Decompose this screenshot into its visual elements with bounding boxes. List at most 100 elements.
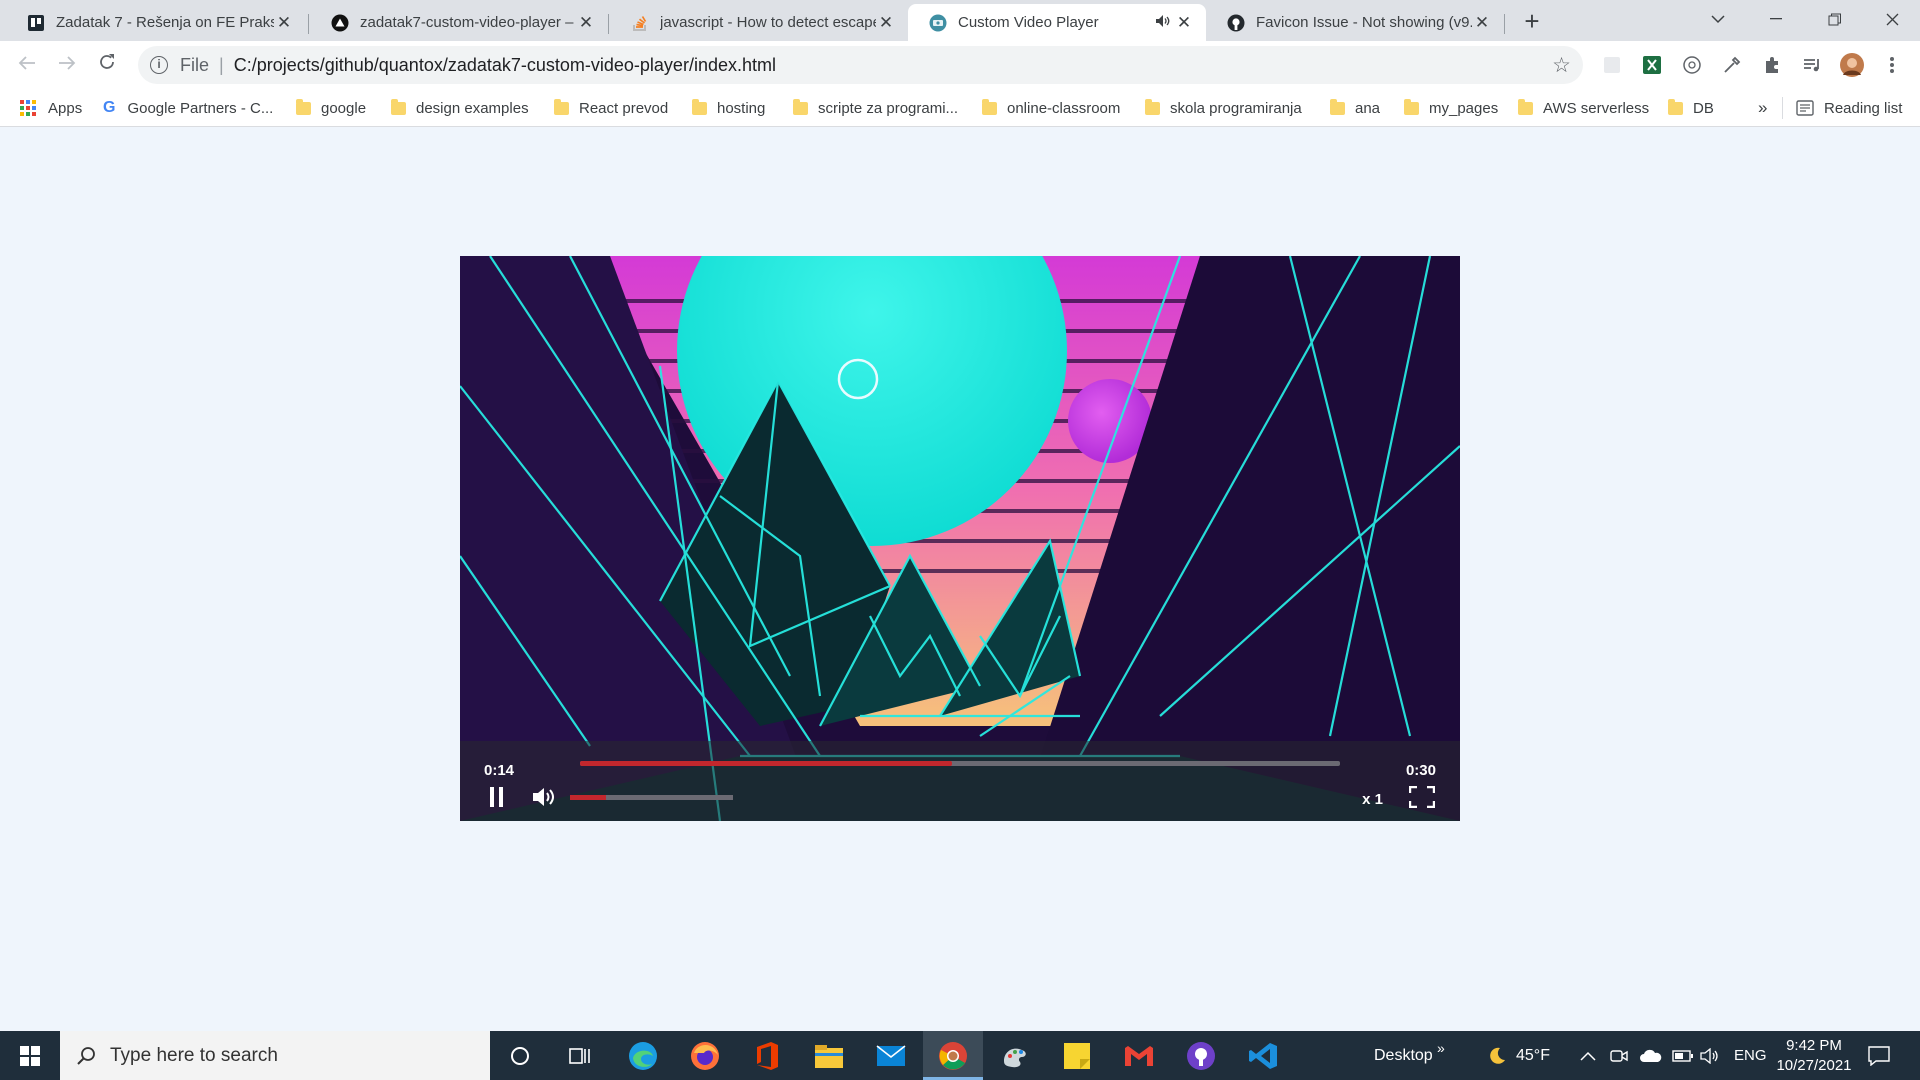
bookmark-google-partners[interactable]: G Google Partners - C... [103,97,273,119]
desktop-toolbar-label[interactable]: Desktop [1374,1031,1433,1080]
notifications-icon[interactable] [1868,1031,1890,1080]
progress-fill [580,761,953,766]
folder-icon [982,98,997,115]
tab-trello[interactable]: Zadatak 7 - Rešenja on FE Praksa ✕ [6,4,306,41]
volume-icon [533,788,554,806]
bookmark-folder-google[interactable]: google [296,97,366,119]
paint-icon[interactable] [985,1031,1045,1080]
duration: 0:30 [1405,762,1436,779]
tab-github[interactable]: Favicon Issue - Not showing (v9.4 ✕ [1206,4,1504,41]
video-player[interactable]: 0:14 0:30 x 1 [460,256,1460,821]
restore-button[interactable] [1806,0,1862,38]
minimize-button[interactable] [1748,0,1804,38]
reading-list-label: Reading list [1824,99,1903,117]
battery-icon[interactable] [1672,1031,1694,1080]
bookmark-folder-react-prevod[interactable]: React prevod [554,97,668,119]
reading-list-icon [1796,100,1814,116]
stackoverflow-icon [630,13,650,33]
taskbar-search-input[interactable]: Type here to search [60,1031,490,1080]
bookmark-folder-hosting[interactable]: hosting [692,97,765,119]
github-desktop-icon[interactable] [1171,1031,1231,1080]
extension-blank-icon[interactable] [1600,53,1624,77]
bookmark-label: DB [1693,99,1714,117]
bookmarks-overflow-button[interactable]: » [1758,97,1767,119]
tab-audio-icon[interactable] [1156,15,1174,30]
bookmark-folder-skola-programiranja[interactable]: skola programiranja [1145,97,1302,119]
bookmark-folder-my-pages[interactable]: my_pages [1404,97,1498,119]
extension-circle-icon[interactable] [1680,53,1704,77]
input-language[interactable]: ENG [1734,1031,1767,1080]
bookmark-apps[interactable]: Apps [20,97,82,119]
media-control-icon[interactable] [1800,53,1824,77]
close-tab-icon[interactable]: ✕ [576,13,596,33]
onedrive-icon[interactable] [1640,1031,1662,1080]
excel-extension-icon[interactable] [1640,53,1664,77]
close-tab-icon[interactable]: ✕ [876,13,896,33]
cortana-icon[interactable] [490,1031,550,1080]
volume-button[interactable] [532,786,560,808]
bookmark-folder-online-classroom[interactable]: online-classroom [982,97,1120,119]
close-tab-icon[interactable]: ✕ [274,13,294,33]
bookmark-folder-design-examples[interactable]: design examples [391,97,529,119]
video-tab-icon [928,13,948,33]
folder-icon [793,98,808,115]
volume-slider[interactable] [570,795,733,800]
address-bar[interactable]: i File | C:/projects/github/quantox/zada… [138,46,1583,84]
show-hidden-icons[interactable] [1580,1031,1596,1080]
tab-custom-video-player[interactable]: Custom Video Player ✕ [908,4,1206,41]
bookmark-label: ana [1355,99,1381,117]
tab-stackoverflow[interactable]: javascript - How to detect escape ✕ [610,4,908,41]
forward-button[interactable] [53,51,81,79]
fullscreen-icon [1409,786,1435,808]
weather-widget[interactable]: 45°F [1486,1031,1550,1080]
bookmark-star-icon[interactable]: ☆ [1552,53,1571,78]
speaker-icon[interactable] [1700,1031,1720,1080]
vscode-icon[interactable] [1233,1031,1293,1080]
clock[interactable]: 9:42 PM 10/27/2021 [1772,1031,1856,1080]
task-view-icon[interactable] [550,1031,610,1080]
url-divider: | [219,54,224,75]
tab-divider [308,14,309,34]
profile-avatar[interactable] [1840,53,1864,77]
reading-list-button[interactable]: Reading list [1796,97,1902,119]
back-button[interactable] [13,51,41,79]
extensions-puzzle-icon[interactable] [1760,53,1784,77]
bookmark-folder-scripte[interactable]: scripte za programi... [793,97,958,119]
gmail-icon[interactable] [1109,1031,1169,1080]
clock-time: 9:42 PM [1786,1037,1842,1054]
reload-button[interactable] [93,51,121,79]
current-time: 0:14 [484,762,515,779]
meet-now-icon[interactable] [1610,1031,1628,1080]
folder-icon [1145,98,1160,115]
windows-start-icon[interactable] [0,1031,60,1080]
office-icon[interactable] [737,1031,797,1080]
bookmark-folder-ana[interactable]: ana [1330,97,1380,119]
close-tab-icon[interactable]: ✕ [1472,13,1492,33]
close-window-button[interactable] [1864,0,1920,38]
bookmark-label: Apps [48,99,83,117]
pause-button[interactable] [488,786,506,808]
bookmark-folder-aws-serverless[interactable]: AWS serverless [1518,97,1649,119]
playback-speed[interactable]: x 1 [1362,791,1383,808]
new-tab-button[interactable]: + [1518,8,1546,36]
progress-bar[interactable] [580,761,1340,766]
tab-title: javascript - How to detect escape [660,14,876,31]
sticky-notes-icon[interactable] [1047,1031,1107,1080]
firefox-icon[interactable] [675,1031,735,1080]
edge-icon[interactable] [613,1031,673,1080]
close-tab-icon[interactable]: ✕ [1174,13,1194,33]
fullscreen-button[interactable] [1408,785,1436,809]
bookmark-label: hosting [717,99,766,117]
tab-vercel[interactable]: zadatak7-custom-video-player – ✕ [310,4,608,41]
file-explorer-icon[interactable] [799,1031,859,1080]
url-text[interactable]: C:/projects/github/quantox/zadatak7-cust… [234,55,776,76]
bookmark-folder-db[interactable]: DB [1668,97,1714,119]
tab-search-icon[interactable] [1690,0,1746,38]
site-info-icon[interactable]: i [150,56,168,74]
chrome-menu-icon[interactable] [1880,53,1904,77]
desktop-toolbar-chevron[interactable]: » [1437,1023,1445,1072]
bookmark-label: design examples [416,99,529,117]
chrome-taskbar-icon[interactable] [923,1031,983,1080]
mail-icon[interactable] [861,1031,921,1080]
eyedropper-icon[interactable] [1720,53,1744,77]
